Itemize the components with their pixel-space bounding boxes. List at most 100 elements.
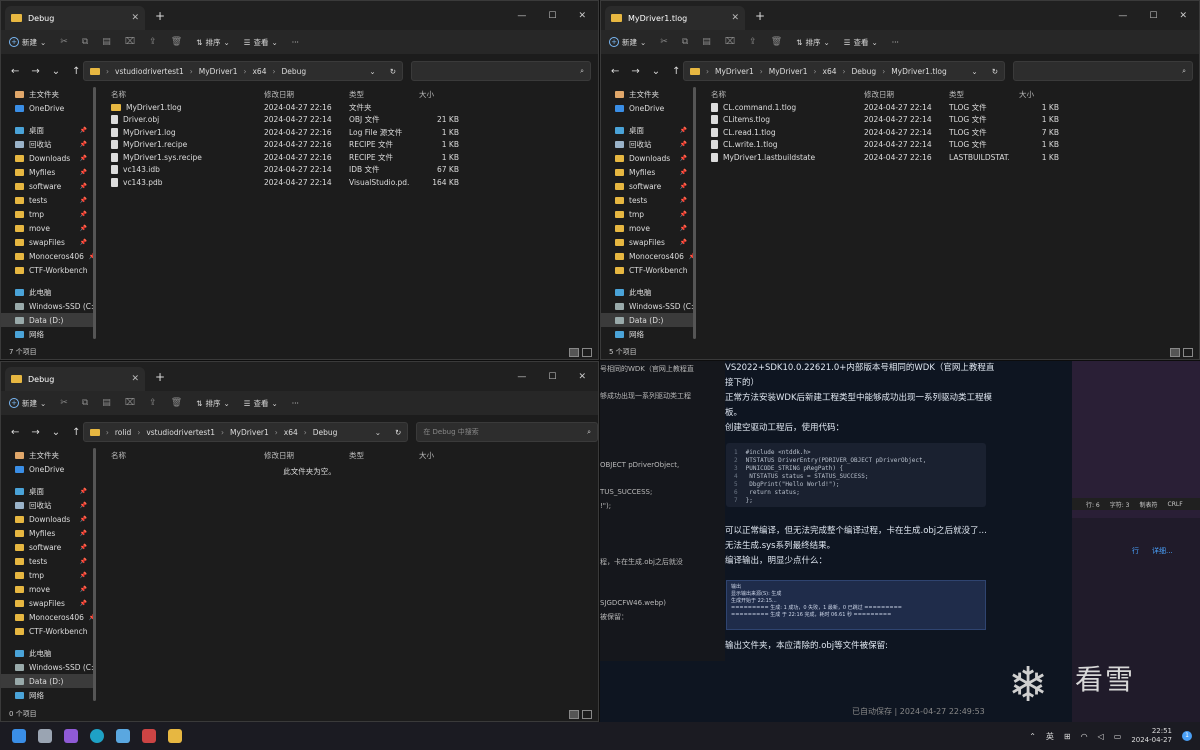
new-tab-button[interactable]: +	[155, 370, 165, 384]
sidebar-item[interactable]: Windows-SSD (C:)	[601, 299, 693, 313]
breadcrumb-item[interactable]: x64	[252, 67, 266, 76]
wifi-icon[interactable]: ◠	[1081, 732, 1088, 741]
tab-debug[interactable]: Debug ✕	[5, 367, 145, 391]
notepad-icon[interactable]	[116, 729, 130, 743]
column-type[interactable]: 类型	[939, 89, 1009, 100]
sidebar-item[interactable]: 主文件夹	[1, 448, 93, 462]
breadcrumb-item[interactable]: MyDriver1.tlog	[891, 67, 947, 76]
sidebar-item[interactable]: tests 📌	[1, 193, 93, 207]
forward-icon[interactable]: →	[631, 66, 639, 77]
file-row[interactable]: MyDriver1.recipe 2024-04-27 22:16 RECIPE 文…	[101, 139, 598, 152]
forward-icon[interactable]: →	[31, 427, 39, 438]
column-modified[interactable]: 修改日期	[254, 89, 339, 100]
file-row[interactable]: vc143.pdb 2024-04-27 22:14 VisualStudio.pd…	[101, 176, 598, 189]
sidebar-item[interactable]: Myfiles 📌	[1, 165, 93, 179]
breadcrumb-item[interactable]: MyDriver1	[230, 428, 269, 437]
new-tab-button[interactable]: +	[755, 9, 765, 23]
back-icon[interactable]: ←	[11, 66, 19, 77]
sidebar-item[interactable]: Data (D:)	[1, 313, 93, 327]
notification-badge[interactable]: 1	[1182, 731, 1192, 741]
breadcrumb-item[interactable]: Debug	[281, 67, 306, 76]
details-view-button[interactable]	[569, 709, 579, 719]
new-button[interactable]: + 新建 ⌄	[609, 37, 646, 48]
more-button[interactable]: ···	[292, 38, 299, 47]
sidebar-item[interactable]: Monoceros406📌	[601, 249, 693, 263]
share-icon[interactable]: ⇪	[149, 37, 157, 47]
delete-icon[interactable]: 🗑	[771, 37, 782, 47]
new-tab-button[interactable]: +	[155, 9, 165, 23]
breadcrumb-item[interactable]: MyDriver1	[715, 67, 754, 76]
app-icon[interactable]	[142, 729, 156, 743]
view-button[interactable]: ☰ 查看 ⌄	[244, 37, 278, 48]
tiles-view-button[interactable]	[1183, 347, 1193, 357]
view-button[interactable]: ☰ 查看 ⌄	[844, 37, 878, 48]
column-type[interactable]: 类型	[339, 450, 409, 461]
maximize-button[interactable]: ☐	[548, 372, 556, 382]
breadcrumb-item[interactable]: x64	[823, 67, 837, 76]
sidebar-item[interactable]: 回收站 📌	[1, 498, 93, 512]
close-tab-icon[interactable]: ✕	[731, 13, 739, 23]
sidebar-item[interactable]: 此电脑	[1, 646, 93, 660]
copy-icon[interactable]: ⧉	[82, 37, 88, 47]
tab-debug[interactable]: Debug ✕	[5, 6, 145, 30]
sidebar-item[interactable]: Windows-SSD (C:)	[1, 660, 93, 674]
paste-icon[interactable]: ▤	[102, 398, 111, 408]
sidebar-item[interactable]: 主文件夹	[601, 87, 693, 101]
breadcrumb-item[interactable]: x64	[284, 428, 298, 437]
input-mode-icon[interactable]: ⊞	[1064, 732, 1071, 741]
sidebar-item[interactable]: OneDrive	[601, 101, 693, 115]
tab-tlog[interactable]: MyDriver1.tlog ✕	[605, 6, 745, 30]
paste-icon[interactable]: ▤	[102, 37, 111, 47]
close-tab-icon[interactable]: ✕	[131, 13, 139, 23]
visual-studio-icon[interactable]	[64, 729, 78, 743]
sidebar-item[interactable]: 网络	[1, 327, 93, 341]
file-row[interactable]: MyDriver1.log 2024-04-27 22:16 Log File 源文…	[101, 126, 598, 139]
chevron-down-icon[interactable]: ⌄	[375, 428, 381, 437]
sidebar-item[interactable]: Data (D:)	[1, 674, 93, 688]
file-row[interactable]: CL.read.1.tlog 2024-04-27 22:14 TLOG 文件 7 K…	[701, 126, 1199, 139]
sidebar-item[interactable]: software 📌	[1, 540, 93, 554]
sidebar-item[interactable]: tmp 📌	[601, 207, 693, 221]
column-size[interactable]: 大小	[1009, 89, 1059, 100]
column-name[interactable]: 名称	[101, 450, 254, 461]
sidebar-item[interactable]: 桌面 📌	[1, 123, 93, 137]
file-row[interactable]: vc143.idb 2024-04-27 22:14 IDB 文件 67 KB	[101, 164, 598, 177]
file-row[interactable]: MyDriver1.tlog 2024-04-27 22:16 文件夹	[101, 101, 598, 114]
maximize-button[interactable]: ☐	[1149, 11, 1157, 21]
sidebar-item[interactable]: Downloads 📌	[1, 151, 93, 165]
sidebar-item[interactable]: Data (D:)	[601, 313, 693, 327]
recent-icon[interactable]: ⌄	[52, 427, 60, 438]
chevron-down-icon[interactable]: ⌄	[369, 67, 375, 76]
sidebar-item[interactable]: 回收站 📌	[1, 137, 93, 151]
sidebar-item[interactable]: move 📌	[1, 221, 93, 235]
sidebar-item[interactable]: move 📌	[1, 582, 93, 596]
sidebar-item[interactable]: software 📌	[601, 179, 693, 193]
search-input[interactable]: 在 Debug 中搜索 ⌕	[416, 422, 598, 442]
details-view-button[interactable]	[1170, 347, 1180, 357]
tiles-view-button[interactable]	[582, 709, 592, 719]
sidebar-scrollbar[interactable]	[93, 87, 96, 339]
link[interactable]: 行	[1132, 546, 1139, 556]
sidebar-item[interactable]: CTF-Workbench📌	[601, 263, 693, 277]
cut-icon[interactable]: ✂	[660, 37, 668, 47]
file-row[interactable]: MyDriver1.lastbuildstate 2024-04-27 22:16…	[701, 151, 1199, 164]
rename-icon[interactable]: ⌧	[125, 37, 135, 47]
details-view-button[interactable]	[569, 347, 579, 357]
up-icon[interactable]: ↑	[72, 66, 80, 77]
close-button[interactable]: ✕	[578, 372, 586, 382]
sidebar-item[interactable]: 此电脑	[1, 285, 93, 299]
back-icon[interactable]: ←	[11, 427, 19, 438]
breadcrumb-item[interactable]: Debug	[852, 67, 877, 76]
new-button[interactable]: + 新建 ⌄	[9, 37, 46, 48]
column-name[interactable]: 名称	[701, 89, 854, 100]
tiles-view-button[interactable]	[582, 347, 592, 357]
chevron-up-icon[interactable]: ⌃	[1029, 732, 1036, 741]
file-row[interactable]: MyDriver1.sys.recipe 2024-04-27 22:16 RECI…	[101, 151, 598, 164]
rename-icon[interactable]: ⌧	[725, 37, 735, 47]
recent-icon[interactable]: ⌄	[52, 66, 60, 77]
close-button[interactable]: ✕	[578, 11, 586, 21]
column-size[interactable]: 大小	[409, 450, 459, 461]
sidebar-item[interactable]: CTF-Workbench📌	[1, 624, 93, 638]
refresh-icon[interactable]: ↻	[992, 67, 998, 76]
address-bar[interactable]: › rolid › vstudiodrivertest1 › MyDriver1 › …	[82, 422, 409, 442]
